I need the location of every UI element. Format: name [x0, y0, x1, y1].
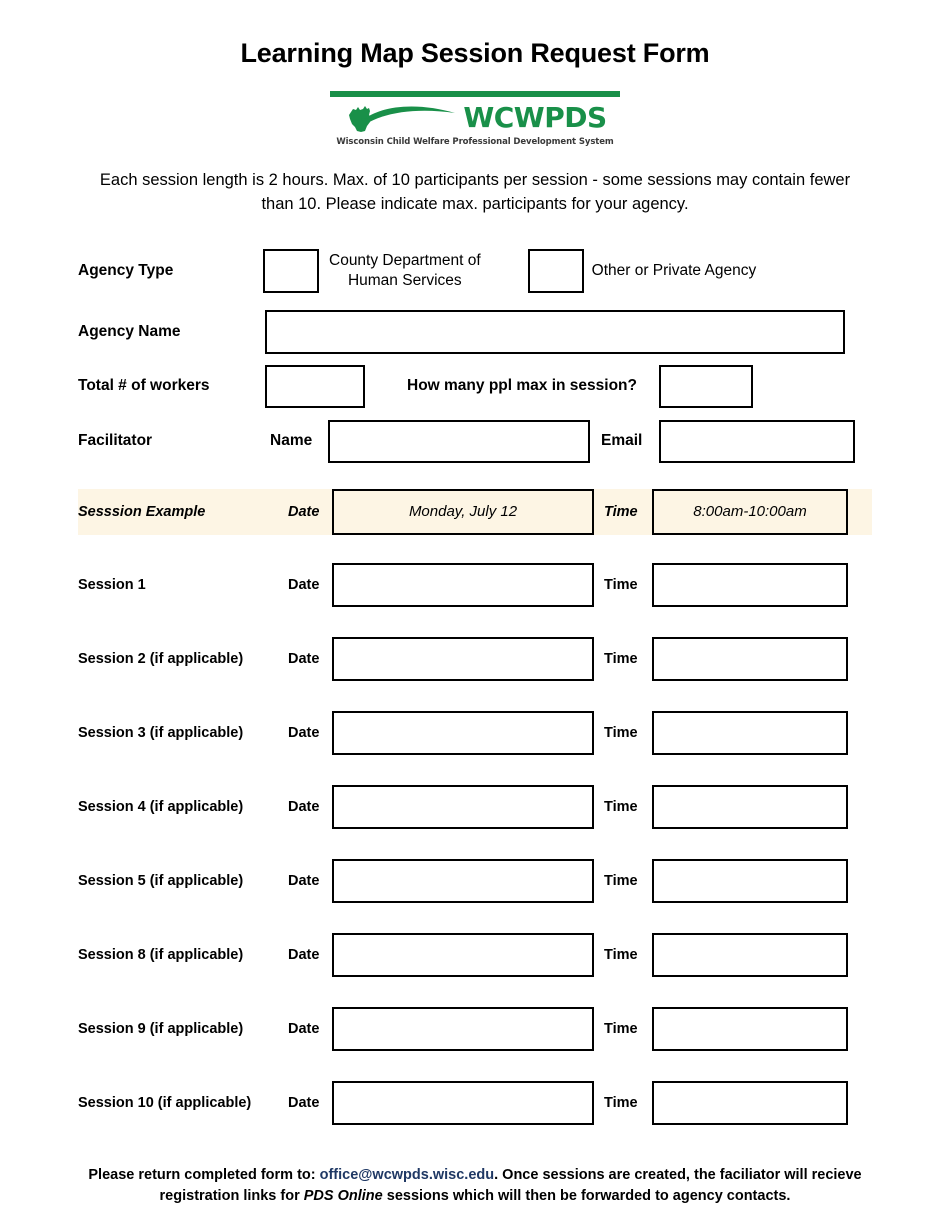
- session-date-input[interactable]: [332, 858, 594, 903]
- intro-paragraph: Each session length is 2 hours. Max. of …: [90, 169, 860, 217]
- session-time-label: Time: [604, 872, 638, 889]
- agency-name-input[interactable]: [265, 309, 845, 354]
- session-date-input[interactable]: [332, 636, 594, 681]
- logo-tagline: Wisconsin Child Welfare Professional Dev…: [336, 137, 614, 147]
- checkbox-county-dhs-label: County Department of Human Services: [329, 251, 481, 291]
- checkbox-other-private-agency[interactable]: [527, 248, 584, 293]
- session-row: Session 9 (if applicable) Date Time: [0, 1006, 950, 1051]
- session-time-label: Time: [604, 576, 638, 593]
- session-label: Session 8 (if applicable): [78, 946, 244, 963]
- session-time-input[interactable]: [652, 1080, 848, 1125]
- session-time-label: Time: [604, 1094, 638, 1111]
- session-label: Session 1: [78, 576, 146, 593]
- session-label: Session 10 (if applicable): [78, 1094, 252, 1111]
- page-title: Learning Map Session Request Form: [240, 38, 710, 68]
- facilitator-row: Facilitator Name Email: [0, 419, 950, 463]
- footer-email-link[interactable]: office@wcwpds.wisc.edu: [320, 1167, 494, 1183]
- session-date-input[interactable]: [332, 932, 594, 977]
- session-date-label: Date: [288, 872, 320, 889]
- checkbox-county-dhs[interactable]: [263, 248, 319, 293]
- facilitator-name-label: Name: [270, 432, 313, 450]
- intro-line-1: Each session length is 2 hours. Max. of …: [99, 171, 806, 189]
- session-row: Session 8 (if applicable) Date Time: [0, 932, 950, 977]
- session-time-label: Time: [604, 1020, 638, 1037]
- session-time-input[interactable]: [652, 932, 848, 977]
- agency-name-row: Agency Name: [0, 309, 950, 354]
- county-dhs-line-1: County Department of: [329, 251, 481, 269]
- logo-green-bar: [330, 91, 620, 97]
- total-workers-input[interactable]: [265, 364, 365, 408]
- session-example-date-label: Date: [288, 503, 320, 520]
- session-time-label: Time: [604, 798, 638, 815]
- session-label: Session 5 (if applicable): [78, 872, 244, 889]
- facilitator-label: Facilitator: [78, 432, 153, 450]
- session-date-label: Date: [288, 724, 320, 741]
- footer-text-part-3: sessions which will then be forwarded to…: [382, 1188, 791, 1205]
- session-label: Session 2 (if applicable): [78, 650, 244, 667]
- max-in-session-label: How many ppl max in session?: [407, 377, 637, 395]
- session-date-label: Date: [288, 650, 320, 667]
- session-date-input[interactable]: [332, 784, 594, 829]
- session-row: Session 4 (if applicable) Date Time: [0, 784, 950, 829]
- agency-type-row: Agency Type County Department of Human S…: [0, 243, 950, 299]
- session-time-label: Time: [604, 724, 638, 741]
- session-example-date-value: Monday, July 12: [332, 488, 594, 535]
- agency-name-label: Agency Name: [78, 322, 181, 340]
- agency-type-label: Agency Type: [78, 261, 174, 279]
- session-label: Session 3 (if applicable): [78, 724, 244, 741]
- county-dhs-line-2: Human Services: [347, 271, 462, 289]
- footer-text-part-1: Please return completed form to:: [88, 1166, 320, 1183]
- session-date-input[interactable]: [332, 562, 594, 607]
- session-time-input[interactable]: [652, 562, 848, 607]
- session-row: Session 1 Date Time: [0, 562, 950, 607]
- session-time-input[interactable]: [652, 858, 848, 903]
- facilitator-name-input[interactable]: [328, 419, 590, 463]
- session-date-input[interactable]: [332, 1080, 594, 1125]
- checkbox-other-private-agency-label: Other or Private Agency: [591, 261, 757, 279]
- logo-wordmark: WCWPDS: [463, 100, 607, 134]
- session-label: Session 4 (if applicable): [78, 798, 244, 815]
- session-row: Session 10 (if applicable) Date Time: [0, 1080, 950, 1125]
- session-label: Session 9 (if applicable): [78, 1020, 244, 1037]
- session-time-input[interactable]: [652, 636, 848, 681]
- session-row: Session 3 (if applicable) Date Time: [0, 710, 950, 755]
- session-row: Session 5 (if applicable) Date Time: [0, 858, 950, 903]
- session-time-label: Time: [604, 650, 638, 667]
- session-example-time-value: 8:00am-10:00am: [652, 488, 848, 535]
- max-in-session-input[interactable]: [658, 364, 753, 408]
- session-date-input[interactable]: [332, 710, 594, 755]
- wcwpds-logo: WCWPDS Wisconsin Child Welfare Professio…: [327, 91, 623, 147]
- session-date-label: Date: [288, 946, 320, 963]
- total-workers-row: Total # of workers How many ppl max in s…: [0, 364, 950, 408]
- session-date-label: Date: [288, 1020, 320, 1037]
- facilitator-email-input[interactable]: [659, 419, 855, 463]
- session-example-label: Sesssion Example: [78, 503, 206, 520]
- session-date-label: Date: [288, 576, 320, 593]
- session-date-input[interactable]: [332, 1006, 594, 1051]
- session-example-row: Sesssion Example Date Monday, July 12 Ti…: [78, 488, 872, 535]
- form-fields: Agency Type County Department of Human S…: [0, 243, 950, 463]
- session-time-input[interactable]: [652, 784, 848, 829]
- footer-instructions: Please return completed form to: office@…: [0, 1165, 950, 1209]
- session-time-label: Time: [604, 946, 638, 963]
- session-date-label: Date: [288, 1094, 320, 1111]
- session-time-input[interactable]: [652, 710, 848, 755]
- footer-pds-online: PDS Online: [303, 1188, 383, 1205]
- wisconsin-state-swoosh-icon: [349, 105, 456, 132]
- session-time-input[interactable]: [652, 1006, 848, 1051]
- session-rows: Session 1 Date Time Session 2 (if applicabl…: [0, 562, 950, 1125]
- total-workers-label: Total # of workers: [78, 377, 210, 395]
- session-example-wrapper: Sesssion Example Date Monday, July 12 Ti…: [0, 488, 950, 535]
- session-date-label: Date: [288, 798, 320, 815]
- session-row: Session 2 (if applicable) Date Time: [0, 636, 950, 681]
- facilitator-email-label: Email: [601, 432, 643, 450]
- session-example-time-label: Time: [604, 503, 638, 520]
